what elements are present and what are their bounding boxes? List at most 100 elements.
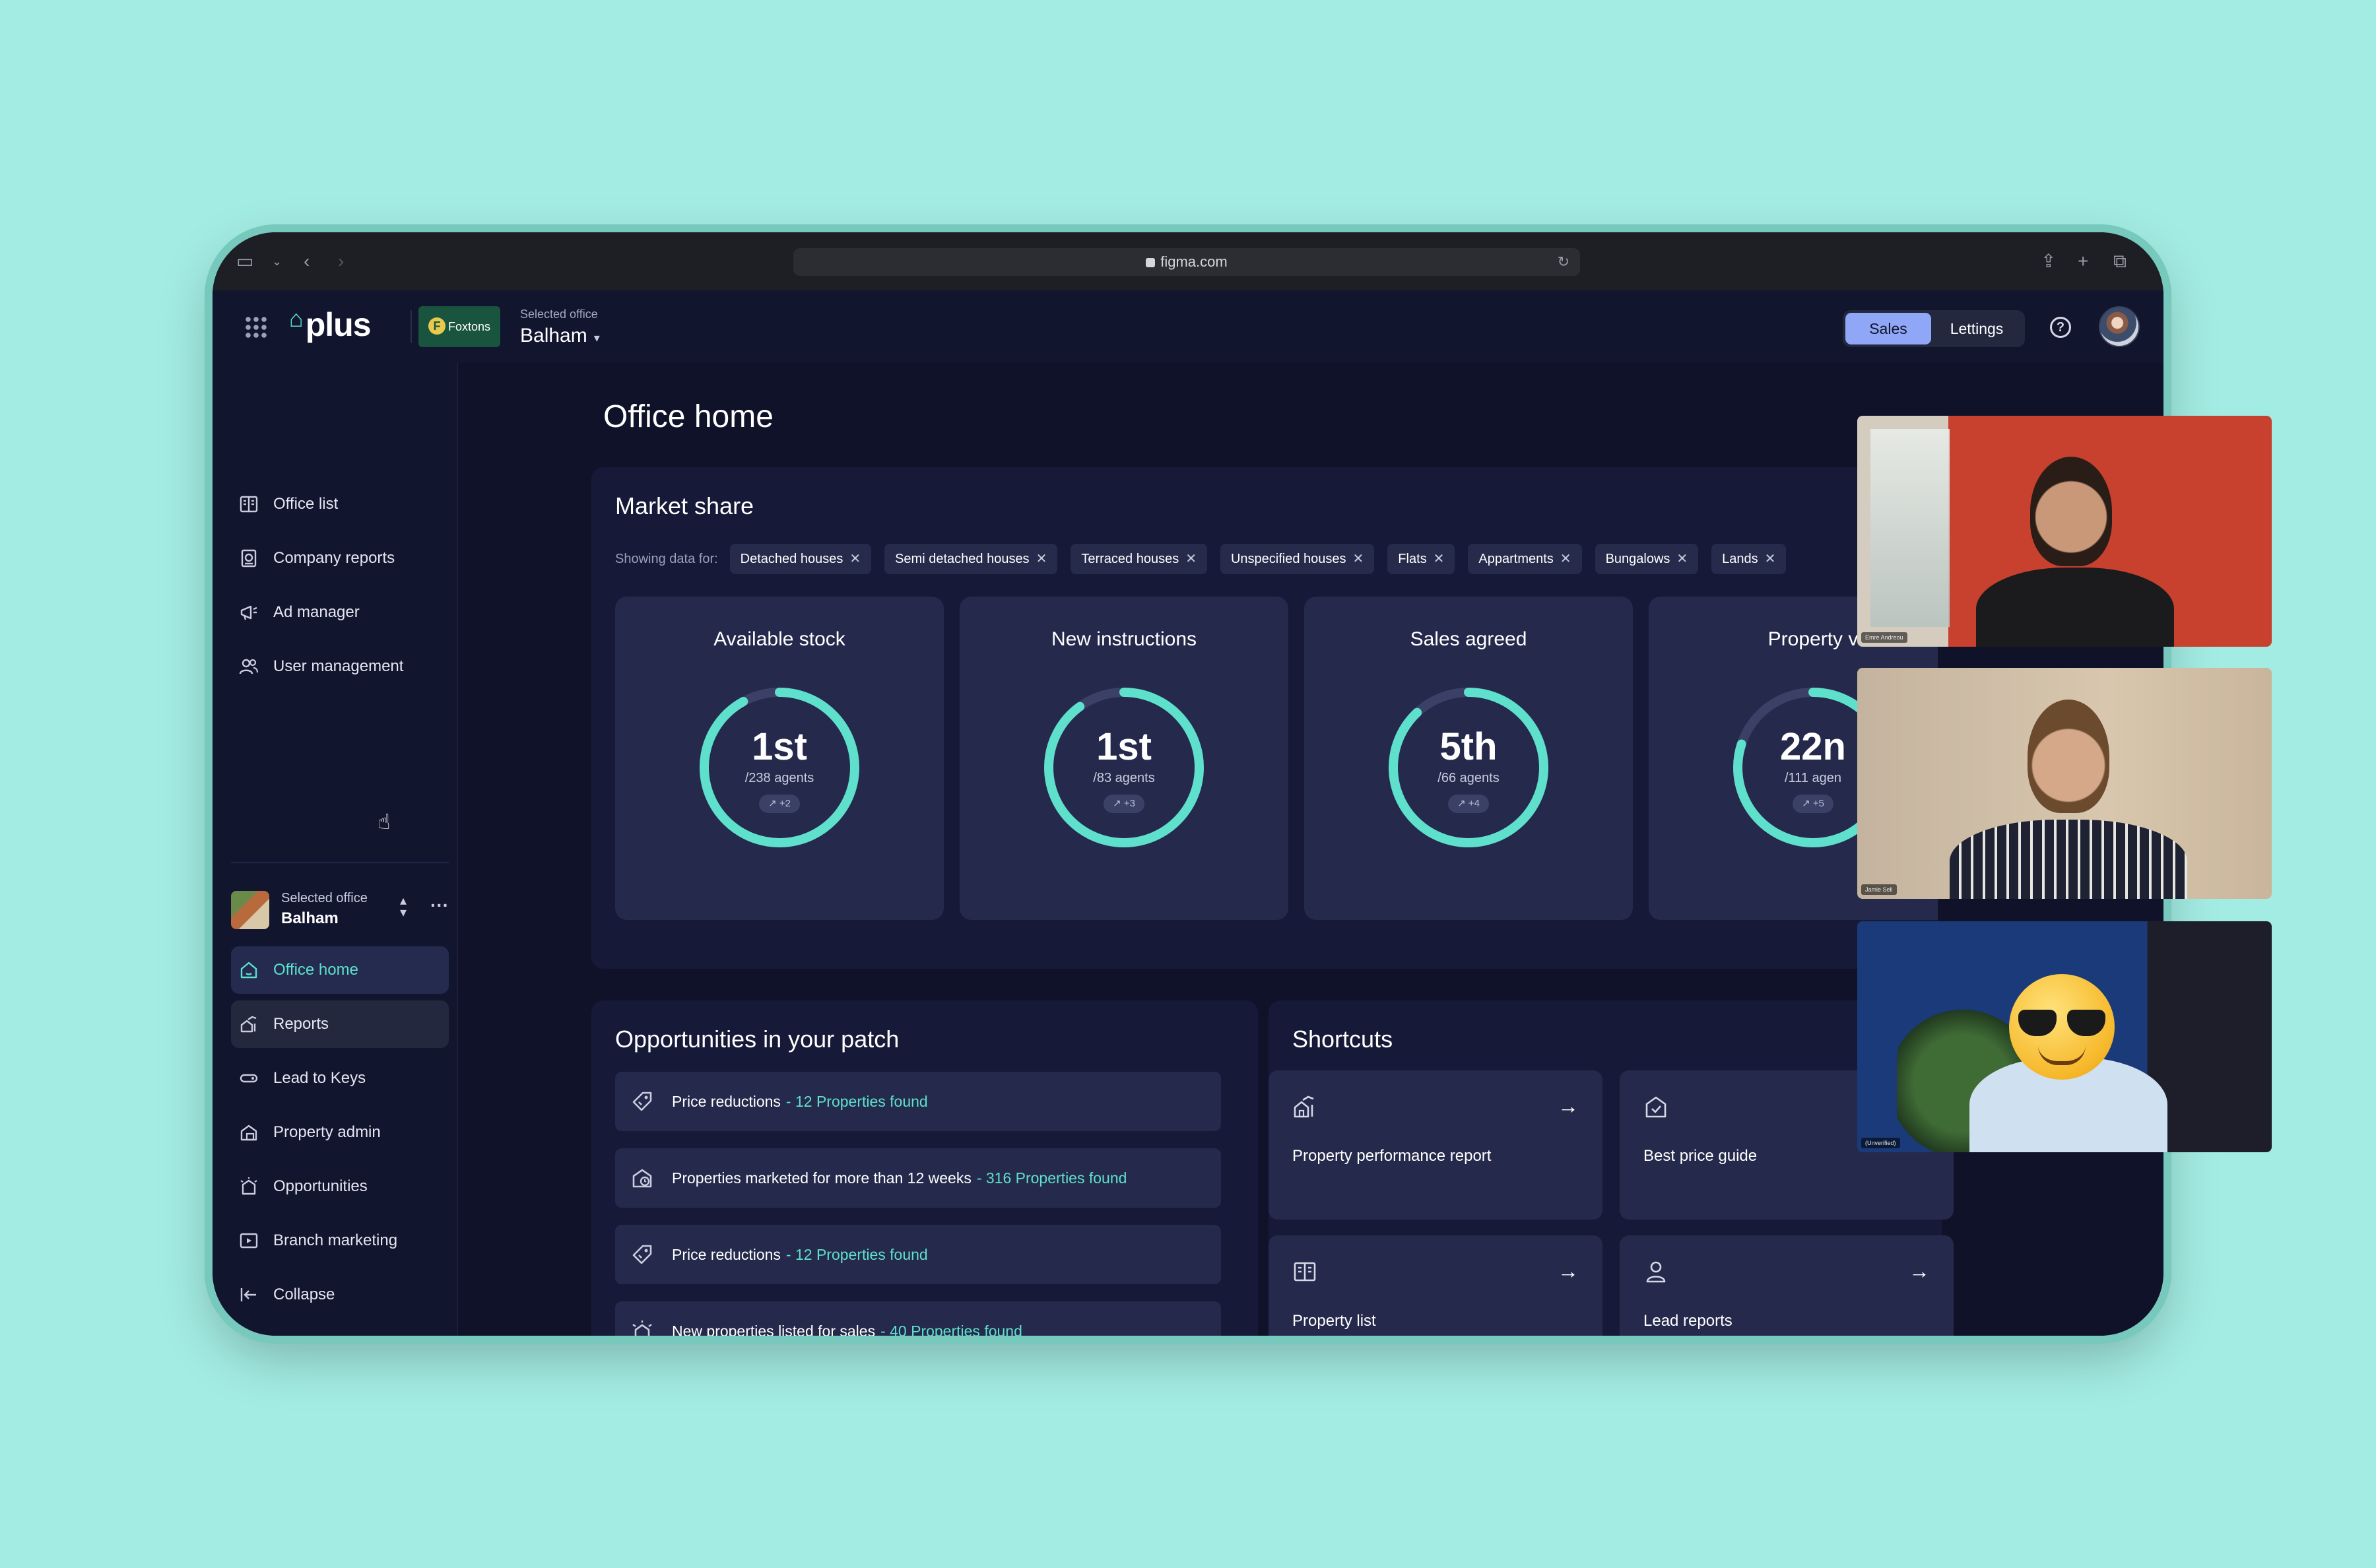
video-tile-participant-2[interactable]: Jamie Sell [1857,668,2272,899]
video-tile-participant-1[interactable]: Emre Andreou [1857,416,2272,647]
filter-chip[interactable]: Bungalows ✕ [1595,544,1699,574]
plus-logo[interactable]: ⌂plus [289,305,372,344]
segment-lettings[interactable]: Lettings [1931,313,2022,344]
close-icon[interactable]: ✕ [1765,552,1776,566]
participant-head [2028,700,2109,813]
sidebar-item-user-management[interactable]: User management [231,643,449,690]
stat-card-sales-agreed[interactable]: Sales agreed 5th /66 agents ↗ +4 [1304,597,1633,920]
close-icon[interactable]: ✕ [1434,552,1445,566]
video-tile-participant-3[interactable]: (Unverified) [1857,921,2272,1152]
browser-toolbar: ▭ ⌄ ‹ › figma.com ↻ ⇪ + ⧉ [213,232,2163,290]
filter-chip-label: Detached houses [740,552,843,566]
more-options-icon[interactable]: ··· [430,895,449,916]
filter-chip[interactable]: Semi detached houses ✕ [884,544,1058,574]
up-down-chevron-icon[interactable]: ▴ ▾ [400,894,407,919]
opportunity-row[interactable]: New properties listed for sales - 40 Prop… [615,1301,1221,1336]
shortcut-label: Property performance report [1292,1147,1492,1165]
help-icon[interactable]: ? [2050,317,2071,338]
user-avatar[interactable] [2099,306,2140,347]
trend-up-icon: ↗ [1802,798,1810,809]
sidebar-item-label: Office list [273,495,339,513]
price-tag-icon [632,1092,652,1111]
property-admin-icon [240,1125,257,1141]
opportunity-row[interactable]: Properties marketed for more than 12 wee… [615,1148,1221,1208]
opportunity-count-link[interactable]: - 40 Properties found [880,1323,1022,1336]
filter-chip[interactable]: Terraced houses ✕ [1071,544,1207,574]
back-icon[interactable]: ‹ [304,251,310,272]
tabs-overview-icon[interactable]: ⧉ [2113,251,2127,272]
office-selector-label: Selected office [281,891,368,905]
selected-office-dropdown[interactable]: Balham ▾ [520,325,600,347]
share-icon[interactable]: ⇪ [2041,251,2056,272]
opportunity-text: Price reductions [672,1092,781,1110]
sidebar-item-property-admin[interactable]: Property admin [231,1109,449,1156]
stat-title: Available stock [713,628,845,650]
opportunity-row[interactable]: Price reductions - 12 Properties found [615,1225,1221,1284]
sidebar-toggle-icon[interactable]: ▭ [236,251,253,272]
arrow-right-icon: → [1558,1094,1579,1118]
stat-card-new-instructions[interactable]: New instructions 1st /83 agents ↗ +3 [960,597,1288,920]
sunglasses-shape [2018,1010,2105,1039]
sidebar-item-branch-marketing[interactable]: Branch marketing [231,1217,449,1264]
segment-sales[interactable]: Sales [1845,313,1931,344]
stat-agents: /238 agents [744,771,814,785]
close-icon[interactable]: ✕ [849,552,861,566]
filter-chip-label: Bungalows [1605,552,1670,566]
close-icon[interactable]: ✕ [1036,552,1047,566]
stat-rank: 1st [1096,725,1152,768]
filter-chip[interactable]: Lands ✕ [1711,544,1787,574]
sidebar-item-office-home[interactable]: Office home [231,946,449,994]
house-logo-icon: ⌂ [289,305,304,332]
close-icon[interactable]: ✕ [1353,552,1364,566]
close-icon[interactable]: ✕ [1560,552,1571,566]
sidebar-item-label: Lead to Keys [273,1069,366,1087]
filter-chip[interactable]: Flats ✕ [1387,544,1455,574]
opportunities-icon [240,1177,257,1195]
stat-card-available-stock[interactable]: Available stock 1st /238 agents ↗ +2 [615,597,944,920]
chevron-down-icon[interactable]: ⌄ [272,251,282,272]
shortcut-label: Best price guide [1643,1147,1758,1165]
shortcut-property-list[interactable]: → Property list [1269,1235,1602,1336]
shortcut-property-performance-report[interactable]: → Property performance report [1269,1070,1602,1220]
new-tab-icon[interactable]: + [2078,251,2088,272]
address-bar[interactable]: figma.com ↻ [793,248,1580,276]
collapse-sidebar-button[interactable]: Collapse [231,1271,449,1319]
sidebar: Office list Company reports Ad manager U… [213,363,458,1336]
opportunity-count-link[interactable]: - 12 Properties found [786,1246,928,1264]
header-divider [411,310,412,343]
stat-rank: 5th [1439,725,1498,768]
filter-chip[interactable]: Unspecified houses ✕ [1220,544,1375,574]
sidebar-item-reports[interactable]: Reports [231,1000,449,1048]
filter-chip[interactable]: Appartments ✕ [1468,544,1582,574]
participant-body [1950,820,2187,899]
sidebar-item-opportunities[interactable]: Opportunities [231,1163,449,1210]
brand-initial: F [428,317,446,335]
sales-lettings-toggle: Sales Lettings [1843,310,2025,347]
close-icon[interactable]: ✕ [1676,552,1688,566]
office-thumbnail [231,891,269,929]
shortcut-lead-reports[interactable]: → Lead reports [1620,1235,1954,1336]
sidebar-item-company-reports[interactable]: Company reports [231,535,449,582]
close-icon[interactable]: ✕ [1185,552,1197,566]
forward-icon[interactable]: › [338,251,344,272]
filter-chip[interactable]: Detached houses ✕ [729,544,872,574]
property-list-icon [1294,1262,1316,1282]
reload-icon[interactable]: ↻ [1558,248,1569,276]
stat-agents: /66 agents [1437,771,1500,785]
shortcuts-title: Shortcuts [1292,1026,1393,1053]
opportunity-row[interactable]: Price reductions - 12 Properties found [615,1072,1221,1131]
foxtons-brand-badge: F Foxtons [418,306,500,347]
sidebar-item-office-list[interactable]: Office list [231,480,449,528]
stat-delta-badge: ↗ +4 [1448,795,1489,813]
sidebar-item-label: Opportunities [273,1177,368,1195]
office-selector[interactable]: Selected office Balham ▴ ▾ ··· [231,884,449,933]
selected-office-value: Balham [520,325,587,346]
opportunity-count-link[interactable]: - 316 Properties found [977,1169,1127,1187]
sidebar-item-lead-to-keys[interactable]: Lead to Keys [231,1055,449,1102]
arrow-right-icon: → [1909,1259,1930,1283]
filter-chip-label: Flats [1398,552,1427,566]
sidebar-item-ad-manager[interactable]: Ad manager [231,589,449,636]
opportunity-count-link[interactable]: - 12 Properties found [786,1093,928,1111]
megaphone-icon [240,605,257,620]
app-grid-icon[interactable] [244,315,267,338]
